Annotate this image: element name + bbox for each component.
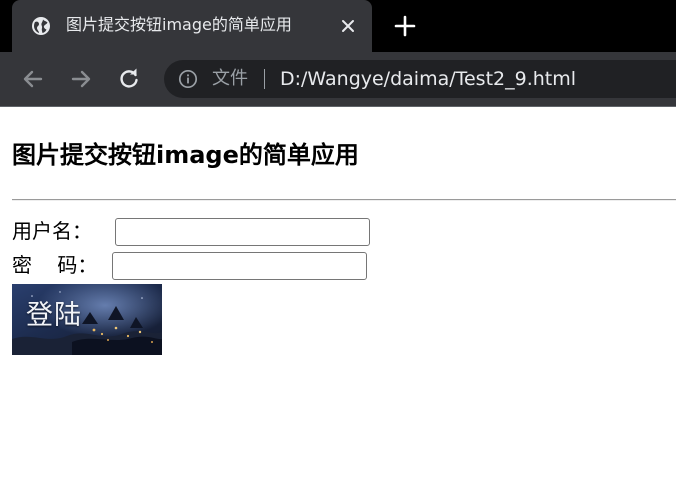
url-text[interactable]: D:/Wangye/daima/Test2_9.html (280, 66, 576, 92)
security-chip: 文件 (212, 68, 248, 89)
password-label: 密 码： (12, 253, 98, 277)
plus-icon[interactable] (394, 15, 416, 37)
password-input[interactable] (112, 252, 367, 280)
username-input[interactable] (115, 218, 370, 246)
username-label: 用户名： (12, 219, 92, 243)
arrow-left-icon[interactable] (20, 66, 46, 92)
arrow-right-icon[interactable] (68, 66, 94, 92)
horizontal-rule (12, 199, 676, 201)
close-icon[interactable] (338, 16, 358, 36)
tab-title: 图片提交按钮image的简单应用 (66, 15, 292, 34)
info-icon[interactable] (178, 69, 198, 89)
login-image-button[interactable]: 登陆 (12, 284, 162, 355)
browser-tabstrip: 图片提交按钮image的简单应用 (0, 0, 676, 52)
page-viewport: 图片提交按钮image的简单应用 用户名： 密 码： 登陆 (0, 107, 676, 504)
page-title: 图片提交按钮image的简单应用 (12, 141, 359, 169)
address-bar-divider (264, 69, 265, 89)
login-image-text: 登陆 (26, 300, 82, 331)
reload-icon[interactable] (116, 66, 142, 92)
address-bar[interactable]: 文件 D:/Wangye/daima/Test2_9.html (164, 60, 676, 98)
browser-toolbar: 文件 D:/Wangye/daima/Test2_9.html (0, 52, 676, 106)
globe-icon (31, 16, 51, 36)
browser-tab[interactable]: 图片提交按钮image的简单应用 (12, 0, 372, 52)
